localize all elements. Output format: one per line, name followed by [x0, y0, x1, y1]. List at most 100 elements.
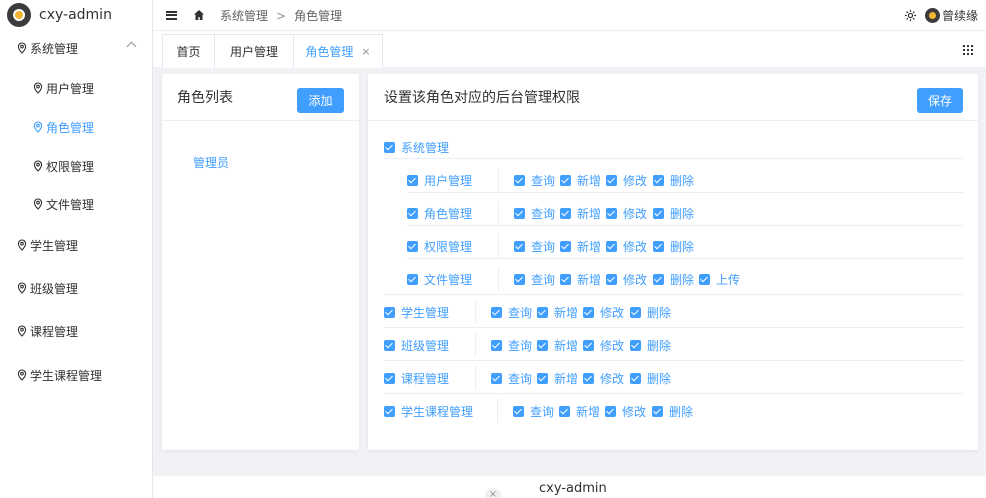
- perm-node-files[interactable]: 文件管理: [407, 269, 472, 289]
- checkbox[interactable]: [514, 207, 525, 219]
- perm-node-student-courses[interactable]: 学生课程管理: [384, 401, 473, 421]
- checkbox[interactable]: [491, 306, 502, 318]
- checkbox[interactable]: [583, 339, 594, 351]
- perm-op[interactable]: 上传: [699, 269, 740, 289]
- checkbox[interactable]: [653, 240, 664, 252]
- close-icon[interactable]: ×: [485, 488, 501, 498]
- perm-node-users[interactable]: 用户管理: [407, 170, 472, 190]
- checkbox[interactable]: [559, 405, 570, 417]
- perm-op[interactable]: 删除: [652, 401, 693, 421]
- perm-op[interactable]: 修改: [583, 368, 624, 388]
- username[interactable]: 曾续缘: [942, 7, 978, 24]
- sidebar-item-users[interactable]: 用户管理: [0, 69, 152, 107]
- perm-op[interactable]: 新增: [559, 401, 600, 421]
- perm-op[interactable]: 修改: [606, 236, 647, 256]
- perm-node-courses[interactable]: 课程管理: [384, 368, 449, 388]
- perm-op[interactable]: 修改: [606, 203, 647, 223]
- perm-op[interactable]: 查询: [514, 170, 555, 190]
- perm-op[interactable]: 查询: [491, 368, 532, 388]
- perm-op[interactable]: 修改: [606, 269, 647, 289]
- add-role-button[interactable]: 添加: [297, 88, 344, 113]
- sidebar-item-permissions[interactable]: 权限管理: [0, 147, 152, 185]
- sidebar-item-classes[interactable]: 班级管理: [0, 269, 152, 307]
- checkbox[interactable]: [699, 273, 710, 285]
- breadcrumb-item[interactable]: 系统管理: [220, 9, 268, 23]
- perm-op[interactable]: 新增: [560, 170, 601, 190]
- perm-op[interactable]: 查询: [513, 401, 554, 421]
- checkbox[interactable]: [606, 273, 617, 285]
- menu-toggle-icon[interactable]: [166, 10, 177, 20]
- perm-op[interactable]: 新增: [537, 302, 578, 322]
- perm-node-system[interactable]: 系统管理: [384, 137, 449, 157]
- checkbox[interactable]: [653, 174, 664, 186]
- sidebar-item-courses[interactable]: 课程管理: [0, 312, 152, 350]
- perm-op[interactable]: 删除: [630, 335, 671, 355]
- perm-op[interactable]: 删除: [653, 203, 694, 223]
- checkbox[interactable]: [491, 372, 502, 384]
- save-button[interactable]: 保存: [917, 88, 963, 113]
- perm-node-students[interactable]: 学生管理: [384, 302, 449, 322]
- checkbox[interactable]: [491, 339, 502, 351]
- perm-op[interactable]: 删除: [653, 236, 694, 256]
- role-item[interactable]: 管理员: [193, 154, 229, 171]
- perm-op[interactable]: 删除: [630, 368, 671, 388]
- perm-op[interactable]: 查询: [514, 203, 555, 223]
- checkbox[interactable]: [606, 240, 617, 252]
- sidebar-item-roles[interactable]: 角色管理: [0, 108, 152, 146]
- checkbox[interactable]: [407, 174, 418, 186]
- checkbox[interactable]: [653, 273, 664, 285]
- sidebar-item-system[interactable]: 系统管理: [0, 29, 152, 67]
- sidebar-item-files[interactable]: 文件管理: [0, 185, 152, 223]
- perm-op[interactable]: 新增: [560, 203, 601, 223]
- tab-users[interactable]: 用户管理: [214, 34, 294, 68]
- perm-op[interactable]: 删除: [630, 302, 671, 322]
- checkbox[interactable]: [513, 405, 524, 417]
- perm-op[interactable]: 新增: [560, 269, 601, 289]
- perm-op[interactable]: 删除: [653, 269, 694, 289]
- checkbox[interactable]: [407, 207, 418, 219]
- tab-roles[interactable]: 角色管理 ×: [293, 34, 383, 68]
- perm-op[interactable]: 修改: [583, 302, 624, 322]
- perm-op[interactable]: 查询: [514, 236, 555, 256]
- checkbox[interactable]: [560, 174, 571, 186]
- tab-home[interactable]: 首页: [162, 34, 215, 68]
- checkbox[interactable]: [537, 339, 548, 351]
- checkbox[interactable]: [630, 372, 641, 384]
- perm-op[interactable]: 查询: [514, 269, 555, 289]
- checkbox[interactable]: [606, 207, 617, 219]
- perm-op[interactable]: 查询: [491, 335, 532, 355]
- checkbox[interactable]: [583, 306, 594, 318]
- perm-op[interactable]: 新增: [537, 368, 578, 388]
- checkbox[interactable]: [514, 174, 525, 186]
- checkbox[interactable]: [630, 339, 641, 351]
- perm-node-classes[interactable]: 班级管理: [384, 335, 449, 355]
- avatar[interactable]: [924, 7, 940, 23]
- gear-icon[interactable]: [904, 9, 917, 22]
- checkbox[interactable]: [384, 372, 395, 384]
- checkbox[interactable]: [407, 240, 418, 252]
- perm-op[interactable]: 修改: [605, 401, 646, 421]
- checkbox[interactable]: [653, 207, 664, 219]
- checkbox[interactable]: [537, 306, 548, 318]
- checkbox[interactable]: [560, 207, 571, 219]
- checkbox[interactable]: [606, 174, 617, 186]
- checkbox[interactable]: [407, 273, 418, 285]
- perm-op[interactable]: 修改: [583, 335, 624, 355]
- checkbox[interactable]: [384, 306, 395, 318]
- perm-op[interactable]: 删除: [653, 170, 694, 190]
- checkbox[interactable]: [384, 141, 395, 153]
- checkbox[interactable]: [537, 372, 548, 384]
- sidebar-item-student-courses[interactable]: 学生课程管理: [0, 356, 152, 394]
- home-icon[interactable]: [193, 9, 205, 21]
- grid-menu-icon[interactable]: [963, 45, 973, 55]
- checkbox[interactable]: [560, 273, 571, 285]
- checkbox[interactable]: [652, 405, 663, 417]
- checkbox[interactable]: [384, 339, 395, 351]
- checkbox[interactable]: [630, 306, 641, 318]
- perm-op[interactable]: 查询: [491, 302, 532, 322]
- checkbox[interactable]: [384, 405, 395, 417]
- checkbox[interactable]: [583, 372, 594, 384]
- perm-op[interactable]: 新增: [537, 335, 578, 355]
- perm-op[interactable]: 修改: [606, 170, 647, 190]
- perm-node-roles[interactable]: 角色管理: [407, 203, 472, 223]
